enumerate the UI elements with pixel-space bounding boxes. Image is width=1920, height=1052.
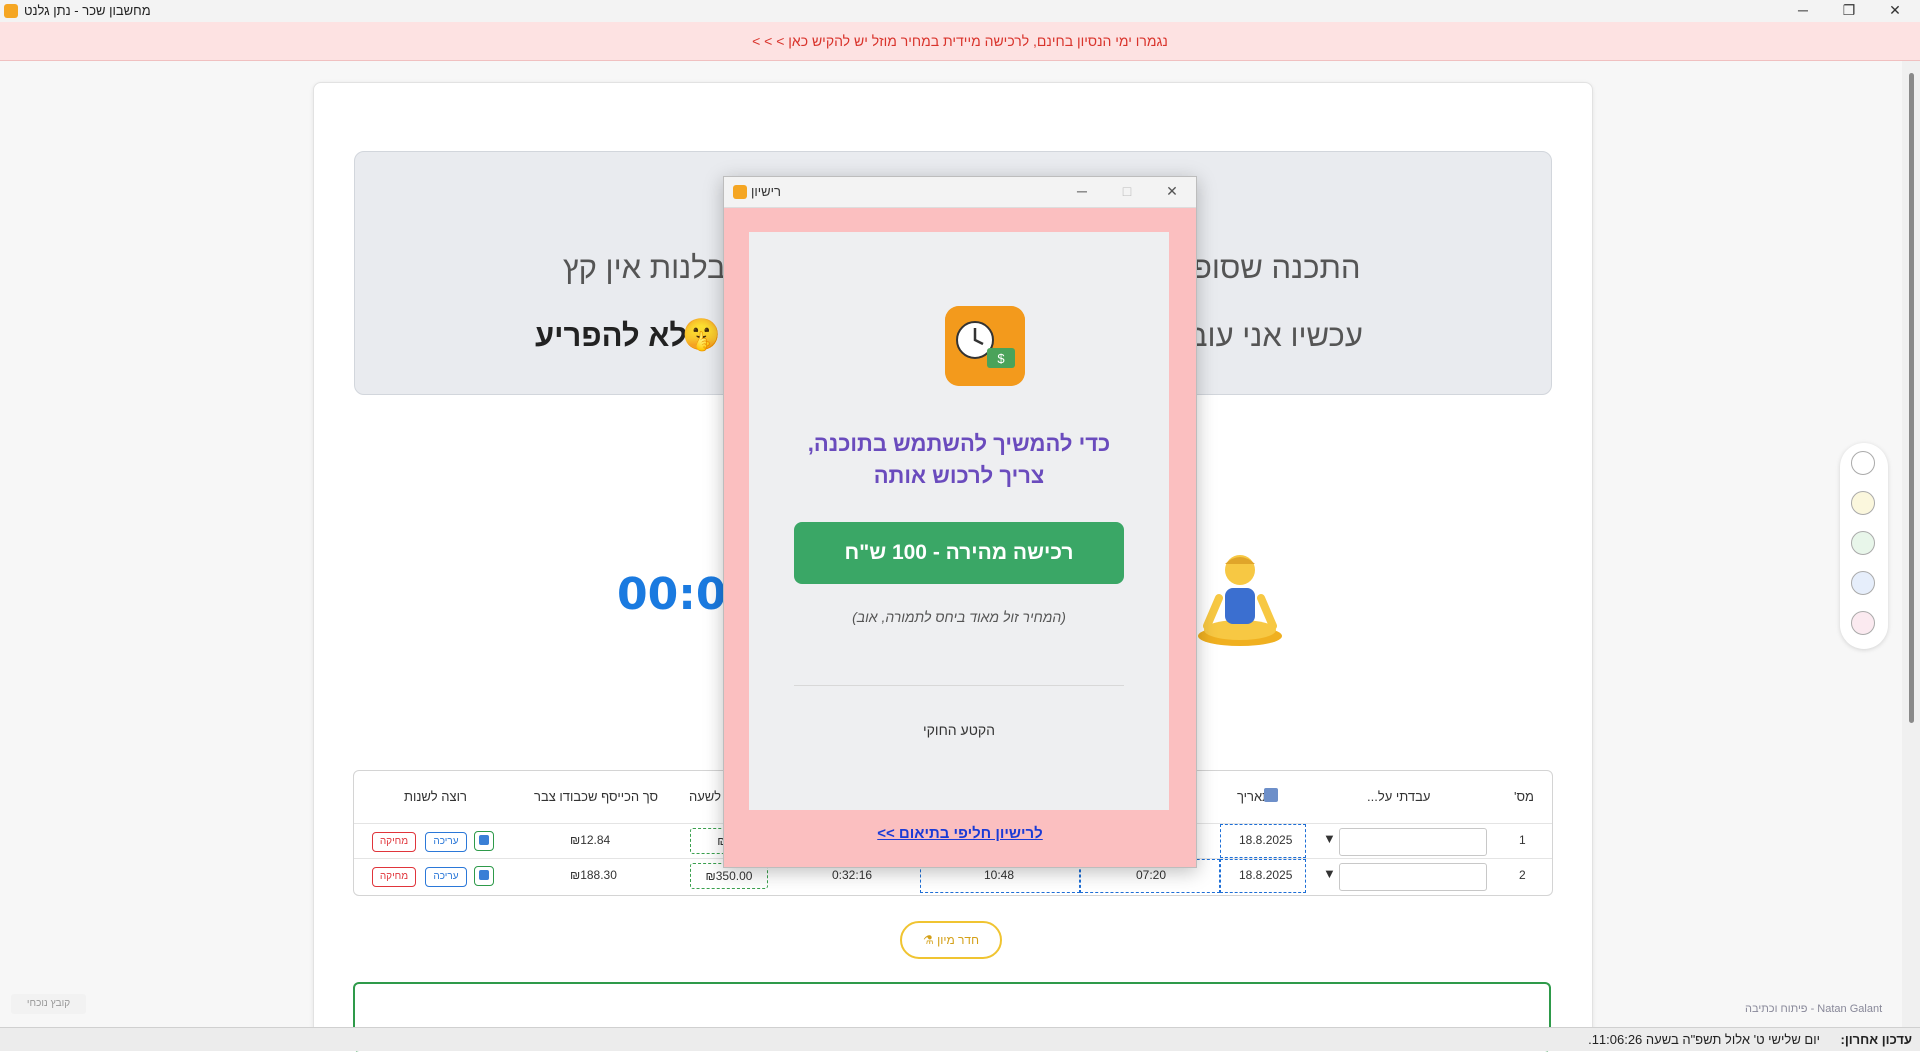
status-label: עדכון אחרון:	[1840, 1032, 1913, 1047]
title-bar: מחשבון שכר - נתן גלנט ─ ❐ ✕	[0, 0, 1920, 22]
meditating-person-icon	[1198, 555, 1282, 646]
trial-expired-banner[interactable]: נגמרו ימי הנסיון בחינם, לרכישה מיידית במ…	[0, 22, 1920, 61]
scrollbar-thumb[interactable]	[1909, 73, 1914, 723]
dropdown-arrow-icon[interactable]: ▼	[1323, 866, 1336, 881]
header-total: סך הכייסף שכבודו צבר	[534, 789, 659, 804]
play-button[interactable]	[474, 831, 494, 851]
play-icon	[479, 870, 489, 880]
svg-text:$: $	[997, 351, 1005, 366]
close-button[interactable]: ✕	[1872, 0, 1918, 22]
dialog-minimize-button[interactable]: ─	[1062, 180, 1102, 204]
edit-button[interactable]: עריכה	[425, 832, 467, 852]
dialog-close-button[interactable]: ✕	[1152, 180, 1192, 204]
swatch-green[interactable]	[1851, 531, 1875, 555]
row-num: 1	[1519, 833, 1526, 847]
row-end: 10:48	[984, 868, 1015, 882]
dialog-heading: כדי להמשיך להשתמש בתוכנה, צריך לרכוש אות…	[749, 428, 1169, 492]
dialog-title-bar: רישיון ─ □ ✕	[724, 177, 1196, 208]
alternative-license-link[interactable]: לרישיון חליפי בתיאום >>	[724, 825, 1196, 842]
clock-money-icon: $	[945, 306, 1025, 386]
row-date: 18.8.2025	[1239, 833, 1293, 847]
delete-button[interactable]: מחיקה	[372, 867, 416, 887]
quote-line2-right: עכשיו אני עוב	[1189, 318, 1363, 353]
header-want-change: רוצה לשנות	[404, 789, 467, 804]
row-total: ₪188.30	[570, 868, 617, 882]
quick-buy-button[interactable]: רכישה מהירה - 100 ש"ח	[794, 522, 1124, 584]
row-num: 2	[1519, 868, 1526, 882]
dialog-maximize-button: □	[1122, 183, 1132, 199]
swatch-blue[interactable]	[1851, 571, 1875, 595]
header-worked-on: עבדתי על...	[1367, 789, 1431, 804]
swatch-white[interactable]	[1851, 451, 1875, 475]
header-num: מס'	[1514, 789, 1534, 804]
status-text: יום שלישי ט' אלול תשפ"ה בשעה 11:06:26.	[1588, 1032, 1820, 1047]
quote-line2-left: לא להפריע	[535, 318, 688, 353]
row-duration: 0:32:16	[832, 868, 873, 882]
license-dialog: רישיון ─ □ ✕ $ כדי להמשיך להשתמש בתוכנה,…	[723, 176, 1197, 868]
scrollbar[interactable]	[1902, 61, 1920, 1027]
shush-emoji: 🤫	[682, 317, 721, 352]
dropdown-arrow-icon[interactable]: ▼	[1323, 831, 1336, 846]
swatch-yellow[interactable]	[1851, 491, 1875, 515]
minimize-button[interactable]: ─	[1780, 0, 1826, 22]
swatch-pink[interactable]	[1851, 611, 1875, 635]
quote-line1-right: התכנה שסופ	[1193, 250, 1361, 285]
color-swatch-panel	[1840, 443, 1888, 649]
quote-line1-left: סבלנות אין קץ	[563, 250, 746, 285]
delete-button[interactable]: מחיקה	[372, 832, 416, 852]
dialog-divider	[794, 685, 1124, 686]
worked-on-input[interactable]	[1339, 828, 1487, 856]
sorting-room-button[interactable]: חדר מיון ⚗	[900, 921, 1002, 959]
worked-on-input[interactable]	[1339, 863, 1487, 891]
maximize-button[interactable]: ❐	[1826, 0, 1872, 22]
app-icon	[4, 4, 18, 18]
calendar-icon	[1264, 788, 1278, 802]
legal-section-link[interactable]: הקטע החוקי	[749, 722, 1169, 738]
credit-text: פיתוח וכתיבה - Natan Galant	[1745, 1003, 1883, 1015]
dialog-heading-line2: צריך לרכוש אותה	[873, 463, 1045, 488]
current-file-button[interactable]: קובץ נוכחי	[11, 994, 86, 1014]
row-total: ₪12.84	[570, 833, 611, 847]
play-icon	[479, 835, 489, 845]
row-start: 07:20	[1136, 868, 1167, 882]
price-note: (המחיר זול מאוד ביחס לתמורה, אוב)	[852, 609, 1066, 625]
status-bar: עדכון אחרון: יום שלישי ט' אלול תשפ"ה בשע…	[0, 1027, 1920, 1051]
row-date: 18.8.2025	[1239, 868, 1293, 882]
dialog-heading-line1: כדי להמשיך להשתמש בתוכנה,	[807, 431, 1111, 456]
header-hourly: לשעה	[689, 789, 722, 804]
edit-button[interactable]: עריכה	[425, 867, 467, 887]
play-button[interactable]	[474, 866, 494, 886]
dialog-title: רישיון	[751, 184, 781, 199]
dialog-content: $ כדי להמשיך להשתמש בתוכנה, צריך לרכוש א…	[749, 232, 1169, 810]
dialog-app-icon	[733, 185, 747, 199]
window-title: מחשבון שכר - נתן גלנט	[24, 3, 151, 18]
